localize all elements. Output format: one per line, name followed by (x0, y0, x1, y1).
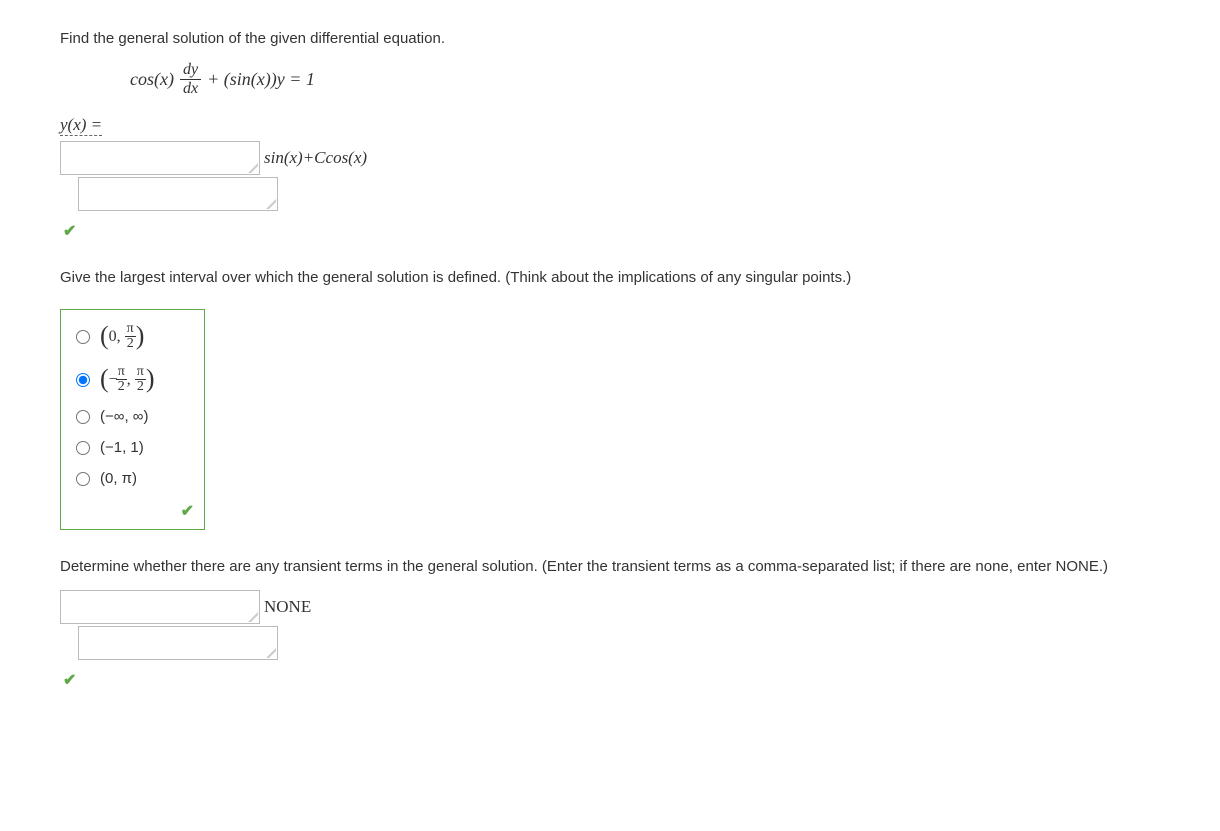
q1-answer-input[interactable] (60, 141, 260, 175)
check-icon: ✔ (63, 672, 76, 689)
eq-dy: dy (180, 62, 201, 80)
radio-opt2[interactable] (76, 373, 90, 387)
opt3-label: (−∞, ∞) (100, 408, 148, 425)
radio-opt3[interactable] (76, 410, 90, 424)
opt2-right-frac: π 2 (135, 365, 146, 394)
q1-answer-text: sin(x)+Ccos(x) (264, 148, 367, 168)
q3-answer-input-2[interactable] (78, 626, 278, 660)
eq-dx: dx (180, 80, 201, 97)
yx-label: y(x) = (60, 115, 102, 136)
q3-prompt: Determine whether there are any transien… (60, 558, 1160, 575)
check-icon: ✔ (63, 223, 76, 240)
q3-answer-block: NONE (60, 590, 1160, 660)
eq-cos: cos(x) (130, 69, 174, 90)
opt1-label: ( 0 , π 2 ) (100, 322, 144, 351)
q3-answer-text: NONE (264, 597, 311, 617)
resize-handle-icon[interactable] (248, 163, 258, 173)
q2-option-1[interactable]: ( 0 , π 2 ) (71, 322, 194, 351)
resize-handle-icon[interactable] (266, 199, 276, 209)
q2-options: ( 0 , π 2 ) ( − π 2 , (60, 309, 205, 530)
q2-option-4[interactable]: (−1, 1) (71, 439, 194, 456)
radio-opt4[interactable] (76, 441, 90, 455)
opt4-label: (−1, 1) (100, 439, 144, 456)
opt2-left-frac: π 2 (116, 365, 127, 394)
q1-checkmark: ✔ (63, 221, 1160, 241)
resize-handle-icon[interactable] (248, 612, 258, 622)
question1: Find the general solution of the given d… (60, 30, 1160, 241)
q1-answer-block: sin(x)+Ccos(x) (60, 141, 1160, 211)
radio-opt5[interactable] (76, 472, 90, 486)
opt1-left: 0 (109, 328, 117, 346)
opt2-label: ( − π 2 , π 2 ) (100, 365, 155, 394)
resize-handle-icon[interactable] (266, 648, 276, 658)
question3: Determine whether there are any transien… (60, 558, 1160, 690)
question2: Give the largest interval over which the… (60, 269, 1160, 530)
check-icon: ✔ (181, 503, 194, 520)
opt1-right-frac: π 2 (125, 322, 136, 351)
q2-option-2[interactable]: ( − π 2 , π 2 ) (71, 365, 194, 394)
q1-answer-input-2[interactable] (78, 177, 278, 211)
eq-rest: + (sin(x))y = 1 (207, 69, 315, 90)
eq-fraction: dy dx (180, 62, 201, 97)
q1-equation: cos(x) dy dx + (sin(x))y = 1 (130, 62, 1160, 97)
q2-option-5[interactable]: (0, π) (71, 470, 194, 487)
q2-prompt: Give the largest interval over which the… (60, 269, 1160, 286)
q1-prompt: Find the general solution of the given d… (60, 30, 1160, 47)
q2-option-3[interactable]: (−∞, ∞) (71, 408, 194, 425)
radio-opt1[interactable] (76, 330, 90, 344)
q3-checkmark: ✔ (63, 670, 1160, 690)
q3-answer-input[interactable] (60, 590, 260, 624)
q2-checkmark: ✔ (71, 501, 194, 521)
opt5-label: (0, π) (100, 470, 137, 487)
